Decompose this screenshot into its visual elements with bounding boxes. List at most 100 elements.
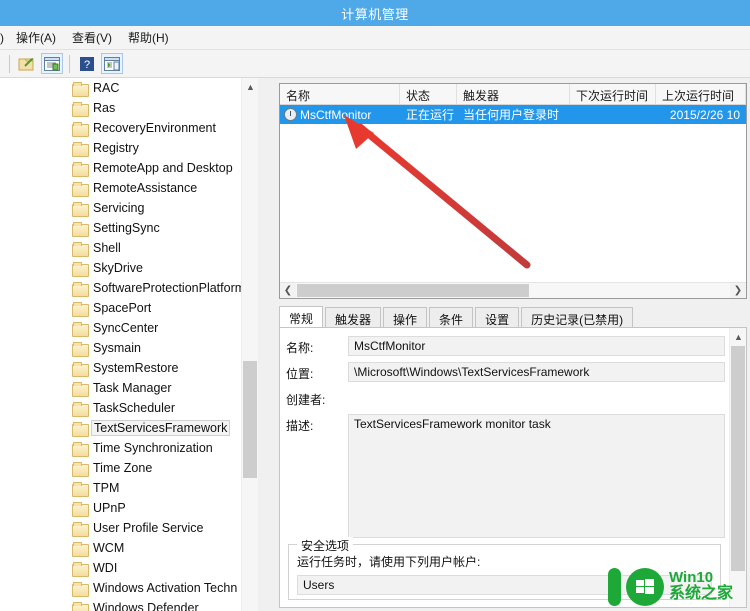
tree-item[interactable]: RecoveryEnvironment: [0, 118, 241, 138]
tree-item[interactable]: Shell: [0, 238, 241, 258]
toolbar: ?: [0, 50, 750, 78]
tree-item[interactable]: Windows Defender: [0, 598, 241, 611]
tree-item[interactable]: RemoteApp and Desktop: [0, 158, 241, 178]
tree-item[interactable]: TPM: [0, 478, 241, 498]
tree-item-label: Sysmain: [93, 341, 141, 355]
column-header[interactable]: 触发器: [457, 84, 570, 104]
show-hide-tree-icon[interactable]: [41, 53, 63, 74]
tab-1[interactable]: 触发器: [325, 307, 382, 328]
tree-item-label: WCM: [93, 541, 125, 555]
scroll-left-icon[interactable]: ❮: [280, 283, 296, 298]
security-options-title: 安全选项: [297, 537, 354, 554]
watermark-windows-icon: [626, 567, 664, 606]
tree-item[interactable]: Time Zone: [0, 458, 241, 478]
column-header[interactable]: 上次运行时间: [656, 84, 746, 104]
column-header[interactable]: 名称: [280, 84, 400, 104]
tree-item[interactable]: TaskScheduler: [0, 398, 241, 418]
menu-file-truncated[interactable]: ): [0, 29, 8, 47]
detail-scroll-up-icon[interactable]: ▲: [730, 328, 746, 345]
tree-item-label: TaskScheduler: [93, 401, 175, 415]
folder-icon: [72, 181, 89, 197]
tree-item-label: TPM: [93, 481, 120, 495]
tree-scroll-thumb[interactable]: [243, 361, 257, 478]
tree-item-label: Time Synchronization: [93, 441, 213, 455]
show-action-pane-icon[interactable]: [101, 53, 123, 74]
tree-item-label: Windows Defender: [93, 601, 199, 611]
menu-action[interactable]: 操作(A): [8, 27, 64, 48]
folder-icon: [72, 601, 89, 611]
watermark-line2: 系统之家: [669, 584, 734, 602]
help-icon[interactable]: ?: [76, 53, 98, 74]
tab-2[interactable]: 操作: [383, 307, 428, 328]
tree-item[interactable]: TextServicesFramework: [0, 418, 241, 438]
folder-icon: [72, 501, 89, 517]
tree-item-label: Ras: [93, 101, 116, 115]
tree-item[interactable]: Ras: [0, 98, 241, 118]
watermark-line1: Win10: [669, 569, 714, 587]
cell-trigger: 当任何用户登录时: [463, 108, 560, 122]
task-details-pane: 名称 状态 触发器 下次运行时间 上次运行时间 MsCtfMonitor 正在运行 当任何用…: [276, 78, 750, 611]
field-name-value: MsCtfMonitor: [348, 336, 725, 356]
tree-item[interactable]: SoftwareProtectionPlatform: [0, 278, 241, 298]
tree-item[interactable]: Windows Activation Techn: [0, 578, 241, 598]
scroll-right-icon[interactable]: ❯: [730, 283, 746, 298]
folder-icon: [72, 341, 89, 357]
console-tree: RAC Ras RecoveryEnvironment Registry RemoteA…: [0, 78, 241, 611]
tree-item-label: WDI: [93, 561, 118, 575]
tab-0[interactable]: 常规: [279, 306, 324, 328]
cell-name: MsCtfMonitor: [280, 108, 400, 122]
clock-icon: [284, 108, 297, 121]
folder-icon: [72, 521, 89, 537]
menu-view[interactable]: 查看(V): [64, 27, 120, 48]
folder-icon: [72, 361, 89, 377]
column-header[interactable]: 状态: [400, 84, 457, 104]
console-tree-panel: RAC Ras RecoveryEnvironment Registry RemoteA…: [0, 78, 258, 611]
table-row[interactable]: MsCtfMonitor 正在运行 当任何用户登录时 2015/2/26 10: [280, 105, 746, 124]
title-bar: 计算机管理: [0, 0, 750, 26]
tree-item[interactable]: SkyDrive: [0, 258, 241, 278]
watermark-logo: Win10 系统之家: [608, 562, 748, 611]
folder-icon: [72, 201, 89, 217]
tree-item[interactable]: Task Manager: [0, 378, 241, 398]
tree-item[interactable]: SettingSync: [0, 218, 241, 238]
cell-status: 正在运行: [406, 108, 455, 122]
tree-item[interactable]: UPnP: [0, 498, 241, 518]
tree-item-label: RecoveryEnvironment: [93, 121, 216, 135]
tree-item-label: SettingSync: [93, 221, 160, 235]
tree-item[interactable]: SyncCenter: [0, 318, 241, 338]
column-header[interactable]: 下次运行时间: [570, 84, 656, 104]
folder-icon: [72, 481, 89, 497]
tree-item[interactable]: Time Synchronization: [0, 438, 241, 458]
tree-vertical-scrollbar[interactable]: ▲: [241, 78, 258, 611]
tree-item[interactable]: WDI: [0, 558, 241, 578]
tree-item[interactable]: Registry: [0, 138, 241, 158]
tab-3[interactable]: 条件: [429, 307, 474, 328]
tree-item[interactable]: SpacePort: [0, 298, 241, 318]
tree-item[interactable]: WCM: [0, 538, 241, 558]
folder-icon: [72, 561, 89, 577]
tree-item[interactable]: RemoteAssistance: [0, 178, 241, 198]
detail-scroll-thumb[interactable]: [731, 346, 745, 571]
tree-item[interactable]: SystemRestore: [0, 358, 241, 378]
tree-item[interactable]: Servicing: [0, 198, 241, 218]
tree-item[interactable]: User Profile Service: [0, 518, 241, 538]
tree-item-label: TextServicesFramework: [91, 420, 231, 436]
tab-5[interactable]: 历史记录(已禁用): [521, 307, 634, 328]
tab-4[interactable]: 设置: [475, 307, 520, 328]
tree-item[interactable]: RAC: [0, 78, 241, 98]
menu-help[interactable]: 帮助(H): [120, 27, 177, 48]
scroll-up-icon[interactable]: ▲: [242, 78, 258, 95]
task-list: 名称 状态 触发器 下次运行时间 上次运行时间 MsCtfMonitor 正在运行 当任何用…: [279, 83, 747, 299]
task-list-horizontal-scrollbar[interactable]: ❮ ❯: [280, 282, 746, 298]
export-list-icon[interactable]: [16, 53, 38, 74]
pane-splitter[interactable]: [258, 78, 276, 611]
folder-icon: [72, 461, 89, 477]
folder-icon: [72, 161, 89, 177]
tree-item-label: Shell: [93, 241, 121, 255]
hscroll-thumb[interactable]: [297, 284, 529, 297]
folder-icon: [72, 321, 89, 337]
hscroll-track[interactable]: [296, 283, 730, 298]
tree-item[interactable]: Sysmain: [0, 338, 241, 358]
toolbar-separator: [9, 54, 10, 73]
tree-item-label: Windows Activation Techn: [93, 581, 238, 595]
